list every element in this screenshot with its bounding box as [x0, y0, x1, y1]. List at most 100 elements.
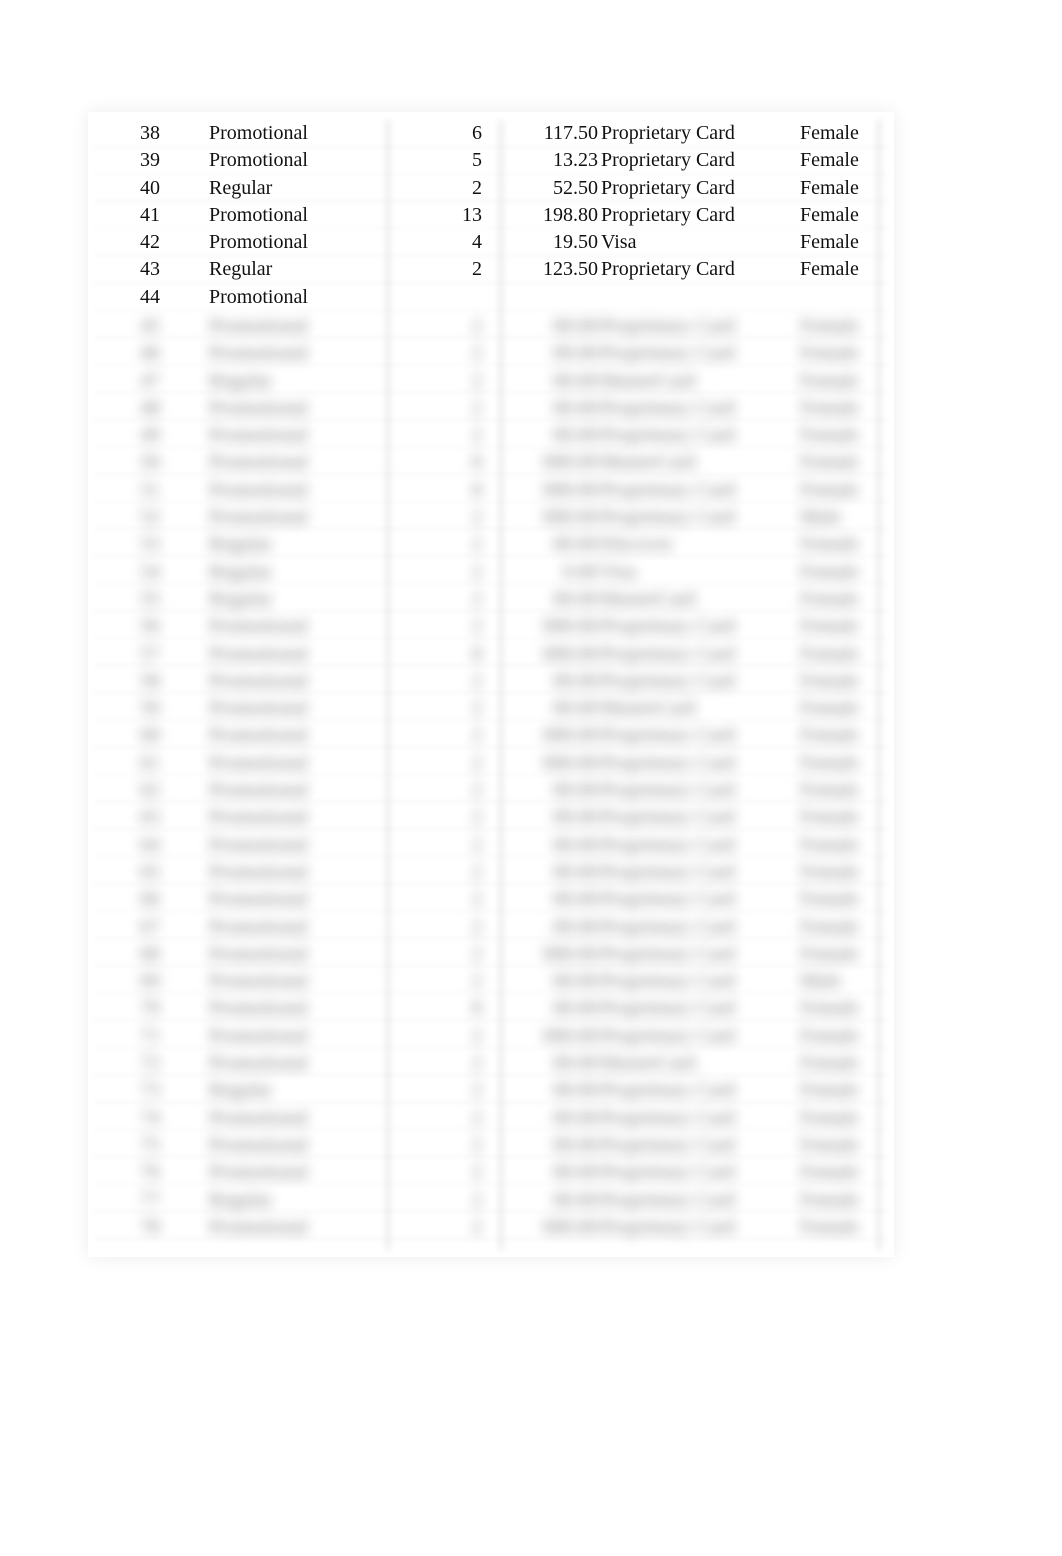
cell-type: Promotional: [209, 231, 308, 254]
cell-items: 2: [472, 1079, 482, 1102]
cell-items: 2: [472, 506, 482, 529]
cell-gender: Female: [800, 1024, 859, 1047]
table-row: 49 Promotional 2 00.00 Proprietary Card Femal…: [94, 422, 894, 449]
cell-amount: 00.00: [553, 669, 598, 692]
cell-id: 53: [140, 533, 160, 556]
cell-id: 65: [140, 860, 160, 883]
table-row: 41 Promotional 13 198.80 Proprietary Card Fem…: [94, 202, 888, 229]
cell-id: 56: [140, 615, 160, 638]
cell-type: Promotional: [209, 860, 308, 883]
cell-amount: 52.50: [553, 176, 598, 199]
cell-id: 77: [140, 1188, 160, 1211]
table-row: 71 Promotional 2 000.00 Proprietary Card Fema…: [94, 1023, 894, 1050]
cell-gender: Female: [800, 1161, 859, 1184]
cell-items: 2: [472, 669, 482, 692]
cell-method: Proprietary Card: [601, 669, 735, 692]
cell-amount: 19.50: [553, 231, 598, 254]
cell-id: 45: [140, 315, 160, 337]
table-row: 44 Promotional: [94, 284, 888, 311]
table-row: 58 Promotional 2 00.00 Proprietary Card Femal…: [94, 668, 894, 695]
cell-amount: 00.00: [553, 779, 598, 802]
table-row: 42 Promotional 4 19.50 Visa Female: [94, 229, 888, 256]
cell-method: Proprietary Card: [601, 1161, 735, 1184]
cell-items: 2: [472, 751, 482, 774]
cell-id: 57: [140, 642, 160, 665]
cell-amount: 00.00: [553, 1161, 598, 1184]
cell-amount: 000.00: [543, 642, 598, 665]
cell-items: 2: [472, 915, 482, 938]
cell-amount: 00.00: [553, 587, 598, 610]
table-row: 46 Promotional 2 00.00 Proprietary Card Femal…: [94, 340, 894, 367]
cell-method: Proprietary Card: [601, 888, 735, 911]
cell-items: 2: [472, 396, 482, 419]
cell-id: 40: [140, 176, 160, 199]
table-row: 75 Promotional 2 00.00 Proprietary Card Femal…: [94, 1132, 894, 1159]
cell-method: Proprietary Card: [601, 1133, 735, 1156]
cell-method: Proprietary Card: [601, 1215, 735, 1238]
cell-type: Promotional: [209, 888, 308, 911]
cell-type: Promotional: [209, 724, 308, 747]
table-row: 68 Promotional 2 000.00 Proprietary Card Fema…: [94, 941, 894, 968]
cell-gender: Female: [800, 1079, 859, 1102]
cell-amount: 000.00: [543, 478, 598, 501]
cell-items: 2: [472, 806, 482, 829]
cell-items: 2: [472, 860, 482, 883]
cell-method: Proprietary Card: [601, 751, 735, 774]
cell-gender: Female: [800, 779, 859, 802]
cell-items: 5: [472, 149, 482, 172]
cell-method: Proprietary Card: [601, 915, 735, 938]
cell-items: 2: [472, 1024, 482, 1047]
cell-gender: Female: [800, 587, 859, 610]
cell-items: 2: [472, 1215, 482, 1238]
cell-items: 13: [462, 203, 482, 226]
cell-type: Promotional: [209, 203, 308, 226]
cell-type: Regular: [209, 369, 273, 392]
cell-id: 54: [140, 560, 160, 583]
cell-type: Promotional: [209, 478, 308, 501]
cell-amount: 00.00: [553, 424, 598, 447]
cell-gender: Female: [800, 1188, 859, 1211]
cell-amount: 00.00: [553, 860, 598, 883]
cell-method: Proprietary Card: [601, 942, 735, 965]
cell-gender: Female: [800, 369, 859, 392]
table-row: 59 Promotional 2 00.00 MasterCard Female: [94, 695, 894, 722]
table-row: 40 Regular 2 52.50 Proprietary Card Female: [94, 175, 888, 202]
cell-method: Proprietary Card: [601, 149, 735, 172]
cell-amount: 000.00: [543, 942, 598, 965]
table-row: 77 Regular 2 00.00 Proprietary Card Female: [94, 1187, 894, 1214]
cell-items: 2: [472, 424, 482, 447]
cell-method: MasterCard: [601, 369, 696, 392]
cell-type: Promotional: [209, 1161, 308, 1184]
table-row: 54 Regular 2 0.00 Visa Female: [94, 559, 894, 586]
cell-gender: Female: [800, 615, 859, 638]
cell-amount: 000.00: [543, 615, 598, 638]
cell-id: 50: [140, 451, 160, 474]
table-row: 43 Regular 2 123.50 Proprietary Card Female: [94, 256, 888, 283]
cell-gender: Female: [800, 1215, 859, 1238]
cell-id: 76: [140, 1161, 160, 1184]
cell-type: Promotional: [209, 1024, 308, 1047]
cell-type: Promotional: [209, 1106, 308, 1129]
cell-items: 2: [472, 315, 482, 337]
cell-type: Promotional: [209, 1133, 308, 1156]
cell-type: Promotional: [209, 970, 308, 993]
cell-id: 62: [140, 779, 160, 802]
cell-gender: Female: [800, 478, 859, 501]
cell-id: 55: [140, 587, 160, 610]
cell-id: 52: [140, 506, 160, 529]
cell-id: 46: [140, 342, 160, 365]
cell-type: Promotional: [209, 669, 308, 692]
cell-items: 2: [472, 342, 482, 365]
cell-id: 60: [140, 724, 160, 747]
cell-amount: 00.00: [553, 1133, 598, 1156]
cell-id: 47: [140, 369, 160, 392]
cell-amount: 00.00: [553, 888, 598, 911]
cell-amount: 000.00: [543, 751, 598, 774]
cell-method: Visa: [601, 231, 637, 254]
cell-type: Regular: [209, 1188, 273, 1211]
cell-items: 2: [472, 533, 482, 556]
cell-type: Promotional: [209, 315, 308, 337]
cell-type: Regular: [209, 533, 273, 556]
cell-amount: 00.00: [553, 315, 598, 337]
cell-type: Regular: [209, 560, 273, 583]
